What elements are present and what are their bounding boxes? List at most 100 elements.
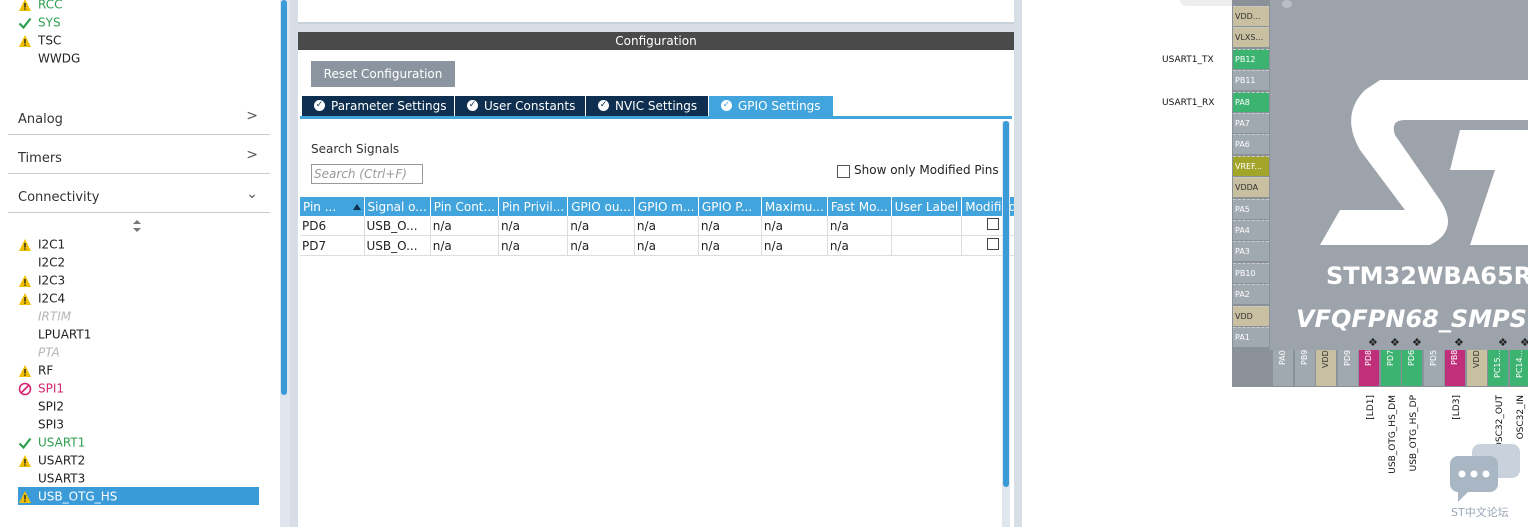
tree-item-spi2[interactable]: SPI2 <box>18 397 64 415</box>
pin-pa5[interactable]: PA5 <box>1233 198 1269 219</box>
blank-icon <box>18 400 32 414</box>
show-modified-label: Show only Modified Pins <box>854 163 999 177</box>
column-header[interactable]: Fast Mo... <box>827 197 892 216</box>
table-cell[interactable] <box>891 216 963 236</box>
left-scrollbar[interactable] <box>280 0 290 527</box>
sort-arrows-icon[interactable] <box>132 220 142 232</box>
tree-item-i2c1[interactable]: I2C1 <box>18 235 65 253</box>
column-header[interactable]: Pin ... <box>300 197 365 216</box>
pin-pd9[interactable]: PD9 <box>1337 350 1358 386</box>
tree-item-usart2[interactable]: USART2 <box>18 451 85 469</box>
tree-item-label: TSC <box>38 33 62 48</box>
modified-checkbox[interactable] <box>987 218 1000 230</box>
tree-item-irtim[interactable]: IRTIM <box>18 307 71 325</box>
tab-gpio-settings[interactable]: ✓ GPIO Settings <box>709 96 833 116</box>
pin-pa0[interactable]: PA0 <box>1273 350 1293 386</box>
scrollbar-thumb[interactable] <box>281 0 287 395</box>
tree-item-pta[interactable]: PTA <box>18 343 60 361</box>
tree-item-spi3[interactable]: SPI3 <box>18 415 64 433</box>
pin-pb12[interactable]: PB12 <box>1233 48 1269 69</box>
column-header[interactable]: GPIO m... <box>634 197 699 216</box>
tree-item-spi1[interactable]: SPI1 <box>18 379 64 397</box>
tab-user-constants[interactable]: ✓ User Constants <box>455 96 585 116</box>
pin-vdd[interactable]: VDD <box>1316 350 1336 386</box>
pin-pd7[interactable]: PD7 <box>1380 350 1401 386</box>
pin-pb10[interactable]: PB10 <box>1233 262 1269 283</box>
pin-pa8[interactable]: PA8 <box>1233 91 1269 112</box>
warning-icon <box>19 490 31 503</box>
pin-pa1[interactable]: PA1 <box>1233 327 1269 347</box>
reset-configuration-button[interactable]: Reset Configuration <box>311 61 455 87</box>
tree-item-i2c4[interactable]: I2C4 <box>18 289 65 307</box>
tree-item-label: I2C4 <box>38 291 66 306</box>
search-input[interactable]: Search (Ctrl+F) <box>311 164 423 184</box>
column-header[interactable]: Maximu... <box>761 197 828 216</box>
warning-icon <box>19 292 31 305</box>
tree-item-label: USART1 <box>38 435 86 450</box>
table-row[interactable]: PD6 USB_O... n/a n/a n/a n/a n/a n/a n/a <box>300 216 1026 236</box>
pin-pa7[interactable]: PA7 <box>1233 113 1269 133</box>
category-connectivity[interactable]: Connectivity ⌄ <box>8 180 270 213</box>
pin-pa2[interactable]: PA2 <box>1233 284 1269 305</box>
tree-item-sys[interactable]: SYS <box>18 13 61 31</box>
category-timers[interactable]: Timers > <box>8 141 270 174</box>
pin-pa4[interactable]: PA4 <box>1233 220 1269 240</box>
scrollbar-thumb[interactable] <box>1003 121 1009 487</box>
tab-nvic-settings[interactable]: ✓ NVIC Settings <box>586 96 708 116</box>
category-analog[interactable]: Analog > <box>8 102 270 135</box>
pin-pc14[interactable]: PC14... <box>1509 350 1528 386</box>
tree-item-tsc[interactable]: TSC <box>18 31 61 49</box>
tree-item-label: USB_OTG_HS <box>38 489 118 504</box>
pin-vdd[interactable]: VDD <box>1466 350 1487 386</box>
tree-item-usb-otg-hs[interactable]: USB_OTG_HS <box>18 487 259 505</box>
pin-signal-label: USART1_RX <box>1162 98 1215 108</box>
tree-item-usart3[interactable]: USART3 <box>18 469 85 487</box>
table-cell[interactable] <box>891 235 963 256</box>
table-row[interactable]: PD7 USB_O... n/a n/a n/a n/a n/a n/a n/a <box>300 235 1026 256</box>
chip-name: STM32WBA65R <box>1326 262 1528 290</box>
tab-parameter-settings[interactable]: ✓ Parameter Settings <box>302 96 454 116</box>
pin-pb9[interactable]: PB9 <box>1294 350 1315 386</box>
column-header[interactable]: Pin Cont... <box>430 197 499 216</box>
pin-pa6[interactable]: PA6 <box>1233 134 1269 155</box>
category-label: Connectivity <box>18 190 100 205</box>
tab-underline <box>300 116 1012 119</box>
pin-lock-icon: ❖ <box>1520 336 1528 349</box>
pin-pd6[interactable]: PD6 <box>1402 350 1422 386</box>
check-circle-icon: ✓ <box>598 100 609 111</box>
tree-item-i2c3[interactable]: I2C3 <box>18 271 65 289</box>
tree-item-i2c2[interactable]: I2C2 <box>18 253 65 271</box>
pin-pd5[interactable]: PD5 <box>1423 350 1444 386</box>
column-header[interactable]: User Label <box>891 197 963 216</box>
pin-signal-label: USB_OTG_HS_DM <box>1388 395 1398 474</box>
tree-item-usart1[interactable]: USART1 <box>18 433 85 451</box>
pin-vdd[interactable]: VDD <box>1233 305 1269 326</box>
tree-item-label: SPI2 <box>38 399 65 414</box>
tree-item-lpuart1[interactable]: LPUART1 <box>18 325 91 343</box>
pin-vlxs[interactable]: VLXS... <box>1233 27 1269 48</box>
table-scrollbar[interactable] <box>1002 121 1010 527</box>
table-cell: PD7 <box>300 235 365 256</box>
pin-pd8[interactable]: PD8 <box>1359 350 1379 386</box>
column-header[interactable]: GPIO ou... <box>567 197 635 216</box>
check-icon <box>18 17 32 29</box>
pin-vdd[interactable]: VDD... <box>1233 6 1269 26</box>
pin-vdda[interactable]: VDDA <box>1233 177 1269 198</box>
tree-item-label: SYS <box>38 15 61 30</box>
pin-pb8[interactable]: PB8 <box>1445 350 1465 386</box>
warning-icon <box>19 0 31 11</box>
tree-item-rcc[interactable]: RCC <box>18 0 63 13</box>
tree-item-rf[interactable]: RF <box>18 361 53 379</box>
pin-pa3[interactable]: PA3 <box>1233 241 1269 262</box>
show-modified-checkbox[interactable] <box>837 165 850 178</box>
pin-vref[interactable]: VREF... <box>1233 155 1269 176</box>
column-header[interactable]: Signal o... <box>364 197 431 216</box>
column-header[interactable]: GPIO P... <box>698 197 762 216</box>
check-circle-icon: ✓ <box>467 100 478 111</box>
category-label: Analog <box>18 112 63 127</box>
column-header[interactable]: Pin Privil... <box>498 197 569 216</box>
pin-pc15[interactable]: PC15... <box>1488 350 1508 386</box>
pin-pb11[interactable]: PB11 <box>1233 70 1269 91</box>
tree-item-wwdg[interactable]: WWDG <box>18 49 80 67</box>
modified-checkbox[interactable] <box>987 238 1000 250</box>
